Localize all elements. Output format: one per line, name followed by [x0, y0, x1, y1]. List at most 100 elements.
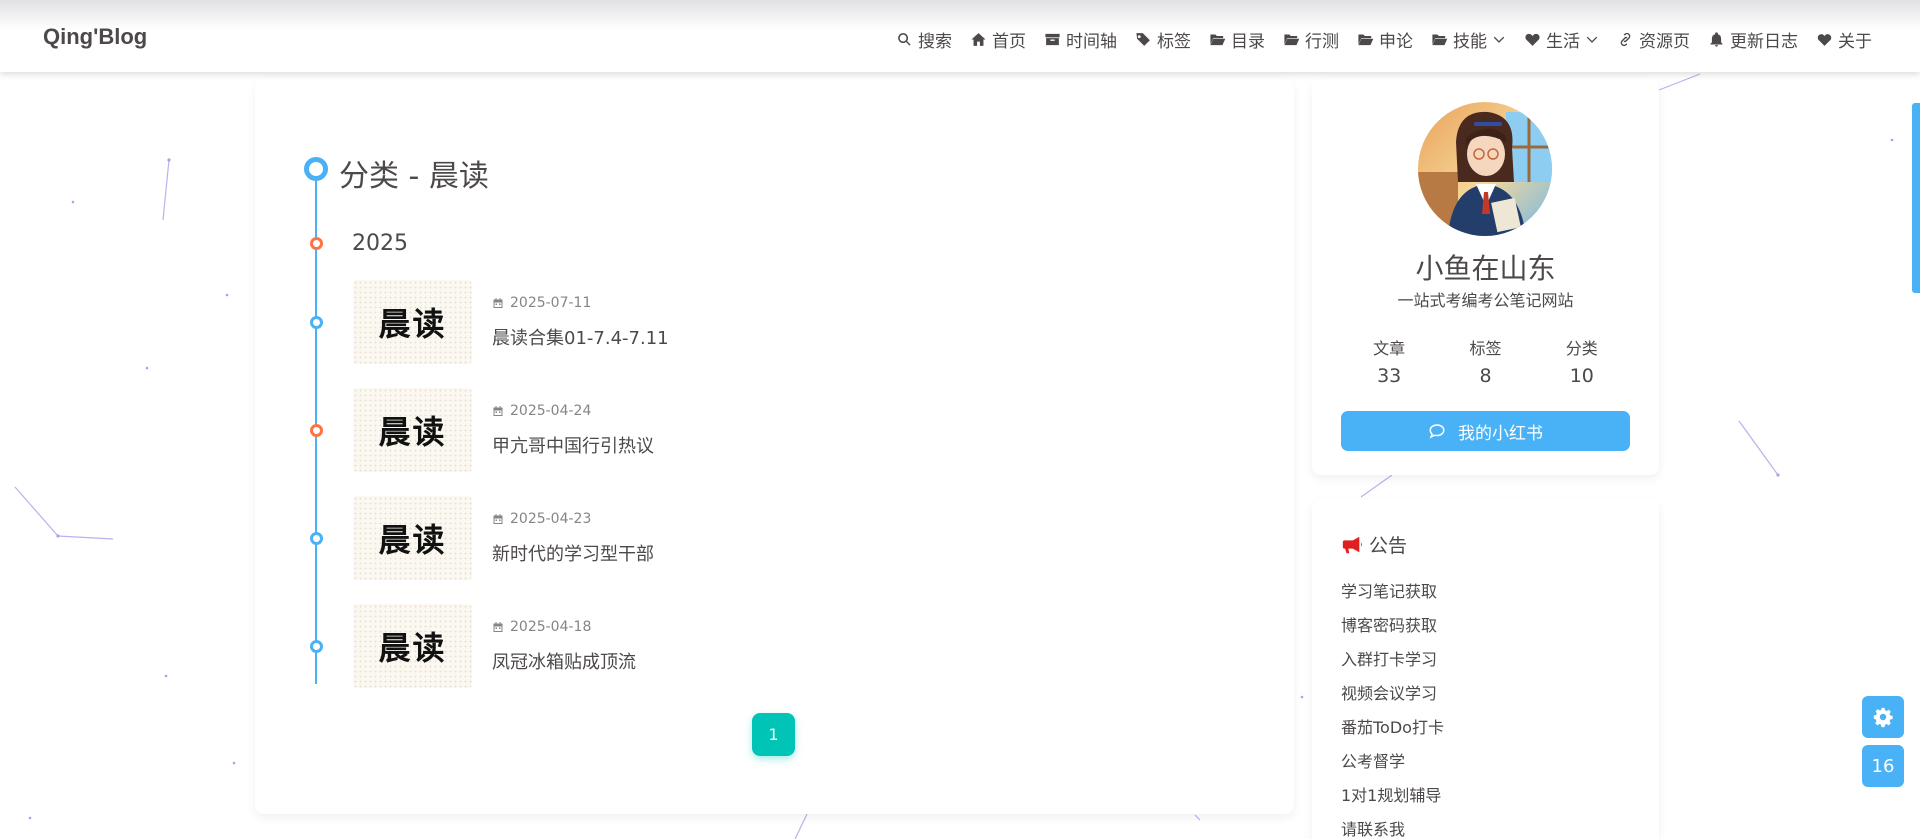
site-brand[interactable]: Qing'Blog — [43, 24, 147, 50]
nav-item-catalog[interactable]: 目录 — [1209, 27, 1265, 52]
nav-item-about[interactable]: 关于 — [1816, 27, 1872, 52]
post-thumbnail[interactable]: 晨读 — [353, 388, 472, 472]
nav-label: 关于 — [1838, 32, 1872, 52]
announcement-item[interactable]: 请联系我 — [1341, 813, 1444, 839]
nav-label: 搜索 — [918, 32, 952, 52]
nav-item-resources[interactable]: 资源页 — [1617, 27, 1690, 52]
announcement-item[interactable]: 入群打卡学习 — [1341, 643, 1444, 677]
reading-progress-button[interactable]: 16 — [1862, 745, 1904, 787]
post-thumbnail[interactable]: 晨读 — [353, 280, 472, 364]
nav-item-skills[interactable]: 技能 — [1431, 27, 1506, 52]
calendar-icon — [493, 514, 503, 524]
pagination-current-page[interactable]: 1 — [752, 713, 795, 756]
nav-item-shenlun[interactable]: 申论 — [1357, 27, 1413, 52]
announcement-card: 公告 学习笔记获取 博客密码获取 入群打卡学习 视频会议学习 番茄ToDo打卡 … — [1312, 499, 1659, 839]
nav-label: 生活 — [1546, 32, 1580, 52]
nav-label: 时间轴 — [1066, 32, 1117, 52]
post-date-text: 2025-07-11 — [510, 295, 592, 311]
author-description: 一站式考编考公笔记网站 — [1397, 291, 1574, 310]
year-label: 2025 — [352, 231, 408, 256]
post-thumbnail[interactable]: 晨读 — [353, 604, 472, 688]
nav-item-timeline[interactable]: 时间轴 — [1044, 27, 1117, 52]
nav-item-xingce[interactable]: 行测 — [1283, 27, 1339, 52]
announcement-item[interactable]: 学习笔记获取 — [1341, 575, 1444, 609]
nav-item-life[interactable]: 生活 — [1524, 27, 1599, 52]
announcement-title: 公告 — [1341, 531, 1407, 558]
tags-icon — [1136, 33, 1150, 46]
avatar-illustration — [1418, 102, 1552, 236]
bullhorn-icon — [1342, 536, 1363, 553]
archive-icon — [1045, 33, 1060, 46]
post-dot — [310, 424, 323, 437]
gear-icon — [1873, 707, 1893, 728]
post-thumbnail[interactable]: 晨读 — [353, 496, 472, 580]
announcement-item[interactable]: 博客密码获取 — [1341, 609, 1444, 643]
post-date: 2025-07-11 — [492, 295, 591, 311]
heartbeat-icon — [1525, 33, 1540, 46]
stat-label: 分类 — [1565, 339, 1598, 358]
post-date: 2025-04-18 — [492, 619, 591, 635]
nav-label: 更新日志 — [1730, 32, 1798, 52]
chevron-down-icon — [1586, 36, 1598, 43]
scroll-indicator[interactable] — [1912, 103, 1920, 293]
stat-articles[interactable]: 文章 33 — [1341, 335, 1437, 387]
post-title-link[interactable]: 新时代的学习型干部 — [492, 540, 654, 566]
site-stats: 文章 33 标签 8 分类 10 — [1341, 335, 1630, 387]
stat-categories[interactable]: 分类 10 — [1534, 335, 1630, 387]
announcement-item[interactable]: 视频会议学习 — [1341, 677, 1444, 711]
post-date-text: 2025-04-18 — [510, 619, 592, 635]
folder-open-icon — [1284, 34, 1300, 46]
folder-open-icon — [1210, 34, 1226, 46]
stat-tags[interactable]: 标签 8 — [1437, 335, 1533, 387]
announcement-title-text: 公告 — [1369, 535, 1408, 557]
xiaohongshu-button[interactable]: 我的小红书 — [1341, 411, 1630, 451]
nav-item-tags[interactable]: 标签 — [1135, 27, 1191, 52]
post-dot — [310, 316, 323, 329]
page-title: 分类 - 晨读 — [339, 159, 489, 194]
nav-item-search[interactable]: 搜索 — [896, 27, 952, 52]
nav-label: 行测 — [1305, 32, 1339, 52]
author-name: 小鱼在山东 — [1415, 252, 1556, 285]
post-dot — [310, 532, 323, 545]
nav-label: 首页 — [992, 32, 1026, 52]
nav-menu: 搜索 首页 时间轴 标签 目录 行测 申论 技能 生活 资源页 更新日志 关于 — [878, 27, 1872, 52]
heart-icon — [1817, 34, 1832, 46]
year-dot — [310, 237, 323, 250]
calendar-icon — [493, 298, 503, 308]
calendar-icon — [493, 406, 503, 416]
folder-open-icon — [1358, 34, 1374, 46]
category-timeline-card: 分类 - 晨读 2025 晨读 2025-07-11 晨读合集01-7.4-7.… — [255, 79, 1294, 814]
nav-item-home[interactable]: 首页 — [970, 27, 1026, 52]
announcement-item[interactable]: 公考督学 — [1341, 745, 1444, 779]
post-title-link[interactable]: 晨读合集01-7.4-7.11 — [492, 324, 669, 350]
calendar-icon — [493, 622, 503, 632]
stat-value: 8 — [1479, 365, 1492, 387]
settings-button[interactable] — [1862, 696, 1904, 738]
stat-value: 33 — [1377, 365, 1402, 387]
post-date: 2025-04-23 — [492, 511, 591, 527]
announcement-item[interactable]: 1对1规划辅导 — [1341, 779, 1444, 813]
post-date-text: 2025-04-24 — [510, 403, 592, 419]
nav-label: 标签 — [1157, 32, 1191, 52]
timeline-title-dot — [304, 157, 328, 181]
stat-value: 10 — [1569, 365, 1594, 387]
stat-label: 文章 — [1373, 339, 1406, 358]
stat-label: 标签 — [1469, 339, 1502, 358]
post-date-text: 2025-04-23 — [510, 511, 592, 527]
nav-label: 技能 — [1453, 32, 1487, 52]
post-title-link[interactable]: 甲亢哥中国行引热议 — [492, 432, 654, 458]
nav-label: 资源页 — [1639, 32, 1690, 52]
post-title-link[interactable]: 凤冠冰箱贴成顶流 — [492, 648, 636, 674]
nav-label: 申论 — [1379, 32, 1413, 52]
post-dot — [310, 640, 323, 653]
nav-item-changelog[interactable]: 更新日志 — [1708, 27, 1798, 52]
top-navbar: Qing'Blog 搜索 首页 时间轴 标签 目录 行测 申论 技能 生活 资源… — [0, 0, 1920, 72]
post-date: 2025-04-24 — [492, 403, 591, 419]
folder-open-icon — [1432, 34, 1448, 46]
search-icon — [898, 33, 911, 46]
announcement-list: 学习笔记获取 博客密码获取 入群打卡学习 视频会议学习 番茄ToDo打卡 公考督… — [1341, 575, 1444, 839]
avatar[interactable] — [1418, 102, 1552, 236]
author-info-card: 小鱼在山东 一站式考编考公笔记网站 文章 33 标签 8 分类 10 我的小红书 — [1312, 79, 1659, 475]
nav-label: 目录 — [1231, 32, 1265, 52]
announcement-item[interactable]: 番茄ToDo打卡 — [1341, 711, 1444, 745]
